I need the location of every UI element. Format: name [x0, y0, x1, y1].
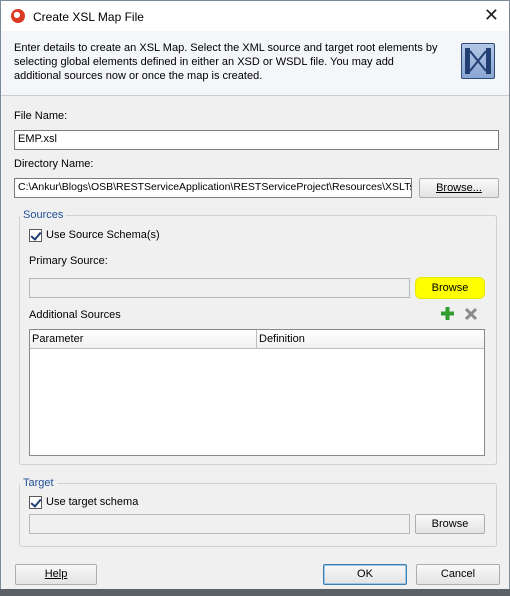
add-icon[interactable] [440, 306, 455, 324]
column-header-definition[interactable]: Definition [257, 330, 484, 349]
file-name-input[interactable]: EMP.xsl [14, 130, 499, 150]
help-button[interactable]: Help [15, 564, 97, 585]
use-target-schema-checkbox[interactable] [29, 496, 42, 509]
cancel-button[interactable]: Cancel [416, 564, 500, 585]
use-target-schema-label: Use target schema [46, 496, 139, 508]
description-text: Enter details to create an XSL Map. Sele… [14, 42, 438, 82]
use-source-schema-label: Use Source Schema(s) [46, 229, 160, 241]
help-button-label: Help [44, 568, 68, 580]
directory-name-input[interactable]: C:\Ankur\Blogs\OSB\RESTServiceApplicatio… [14, 178, 412, 198]
sources-group-title: Sources [20, 209, 67, 221]
target-group-title: Target [20, 477, 57, 489]
create-xsl-map-dialog: Create XSL Map File ✕ Enter details to c… [0, 0, 510, 590]
additional-sources-table: Parameter Definition [29, 329, 485, 456]
target-browse-button[interactable]: Browse [415, 514, 485, 534]
window-title: Create XSL Map File [33, 10, 144, 24]
ok-button[interactable]: OK [323, 564, 407, 585]
description-panel: Enter details to create an XSL Map. Sele… [1, 31, 509, 96]
target-input[interactable] [29, 514, 410, 534]
close-icon[interactable]: ✕ [484, 5, 499, 25]
use-source-schema-checkbox[interactable] [29, 229, 42, 242]
title-bar: Create XSL Map File ✕ [1, 1, 509, 31]
directory-browse-button[interactable]: Browse... [419, 178, 499, 198]
xsl-map-icon [461, 43, 495, 79]
app-logo-icon [11, 9, 25, 23]
delete-icon[interactable] [464, 307, 478, 324]
primary-source-browse-button[interactable]: Browse [415, 277, 485, 299]
additional-sources-label: Additional Sources [29, 309, 121, 321]
directory-name-label: Directory Name: [14, 158, 94, 170]
file-name-label: File Name: [14, 110, 68, 122]
directory-browse-label: Browse... [436, 182, 482, 194]
primary-source-input[interactable] [29, 278, 410, 298]
column-header-parameter[interactable]: Parameter [30, 330, 257, 349]
background-window-strip [0, 589, 510, 596]
primary-source-label: Primary Source: [29, 255, 108, 267]
